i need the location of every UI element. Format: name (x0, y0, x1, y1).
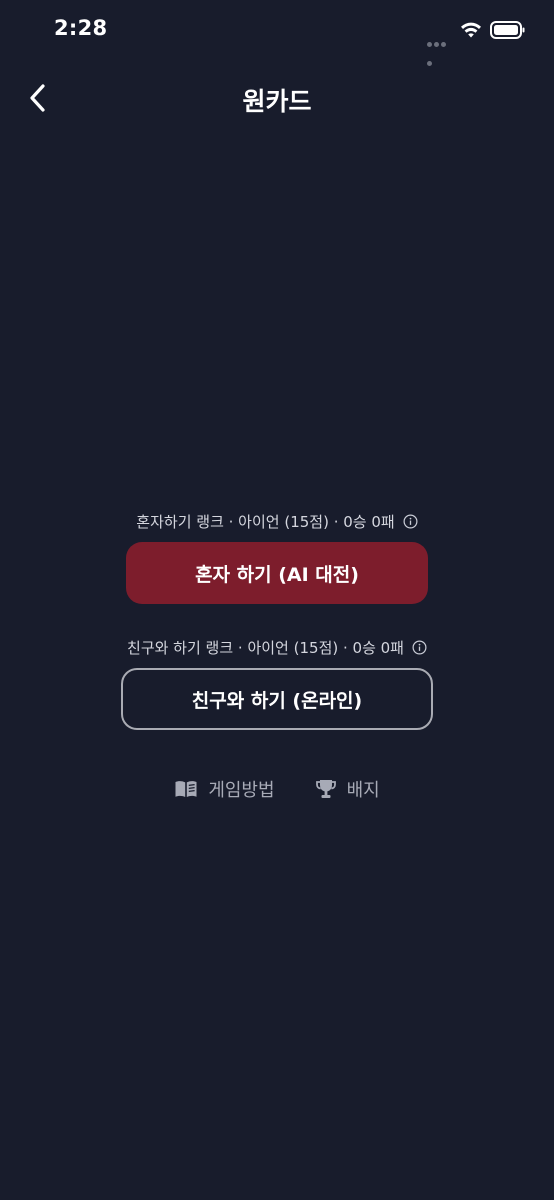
battery-icon (490, 21, 525, 39)
cellular-signal-icon (427, 32, 453, 66)
book-icon (175, 781, 197, 797)
friend-rank-info: 친구와 하기 랭크 · 아이언 (15점) · 0승 0패 (0, 637, 554, 658)
friend-rank-text: 친구와 하기 랭크 · 아이언 (15점) · 0승 0패 (127, 639, 404, 657)
navigation-bar: 원카드 (0, 70, 554, 126)
info-icon[interactable] (403, 514, 418, 529)
solo-rank-info: 혼자하기 랭크 · 아이언 (15점) · 0승 0패 (0, 511, 554, 532)
how-to-play-label: 게임방법 (208, 780, 275, 801)
status-bar: 2:28 (0, 0, 554, 66)
how-to-play-link[interactable]: 게임방법 (174, 776, 275, 802)
badges-label: 배지 (346, 780, 380, 801)
status-time: 2:28 (54, 16, 108, 40)
page-title: 원카드 (242, 87, 312, 116)
badges-link[interactable]: 배지 (315, 776, 380, 802)
trophy-icon (315, 780, 336, 798)
friend-play-button[interactable]: 친구와 하기 (온라인) (121, 668, 433, 730)
bottom-links: 게임방법 배지 (0, 776, 554, 802)
info-icon[interactable] (412, 640, 427, 655)
wifi-icon (461, 22, 481, 38)
solo-rank-text: 혼자하기 랭크 · 아이언 (15점) · 0승 0패 (136, 513, 395, 531)
solo-play-button[interactable]: 혼자 하기 (AI 대전) (126, 542, 428, 604)
